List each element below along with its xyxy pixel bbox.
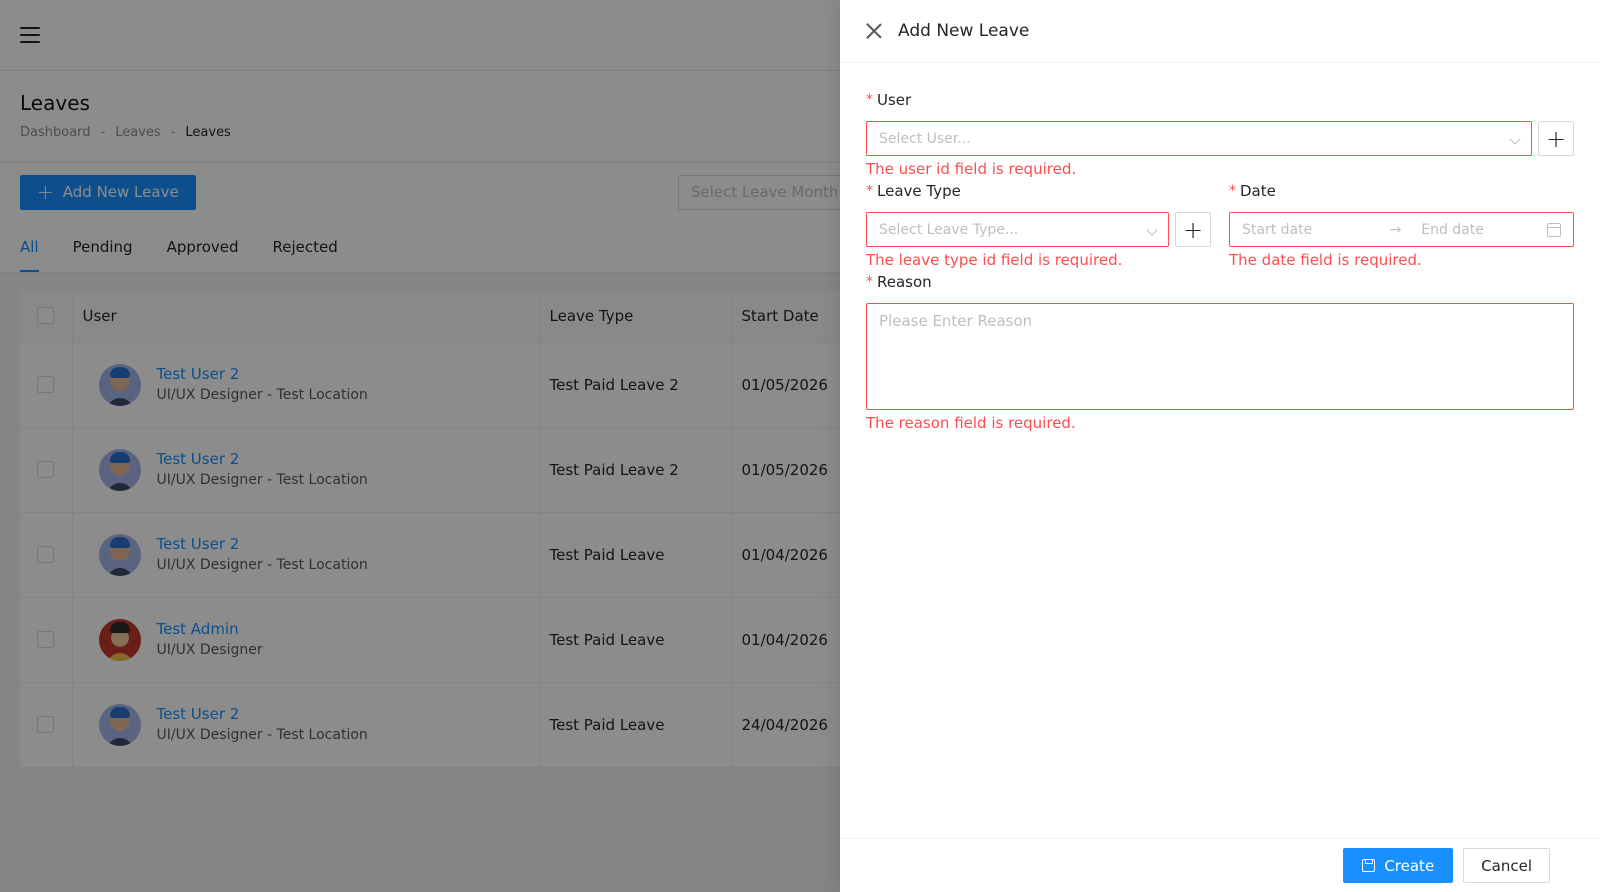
required-mark: * xyxy=(866,92,873,108)
add-leave-type-button[interactable]: + xyxy=(1175,212,1211,247)
user-label-text: User xyxy=(877,91,912,109)
plus-icon: + xyxy=(1183,215,1204,244)
leave-type-label: * Leave Type xyxy=(866,180,1211,202)
close-icon[interactable] xyxy=(866,23,882,39)
chevron-down-icon xyxy=(1146,224,1158,236)
reason-textarea[interactable]: Please Enter Reason xyxy=(866,303,1574,410)
date-label: * Date xyxy=(1229,180,1574,202)
calendar-icon xyxy=(1546,222,1561,237)
date-range-picker[interactable]: Start date → End date xyxy=(1229,212,1574,247)
start-date-input[interactable]: Start date xyxy=(1242,222,1382,238)
add-leave-form: * User Select User... + The user id fiel… xyxy=(866,63,1574,433)
user-label: * User xyxy=(866,89,1574,111)
add-user-button[interactable]: + xyxy=(1538,121,1574,156)
end-date-input[interactable]: End date xyxy=(1409,222,1539,238)
leave-type-placeholder: Select Leave Type... xyxy=(879,221,1019,238)
add-leave-drawer: Add New Leave * User Select User... + Th… xyxy=(840,0,1600,892)
reason-label: * Reason xyxy=(866,271,1574,293)
cancel-button[interactable]: Cancel xyxy=(1463,848,1550,883)
drawer-title: Add New Leave xyxy=(898,21,1030,41)
create-button[interactable]: Create xyxy=(1343,848,1454,883)
reason-label-text: Reason xyxy=(877,273,932,291)
leave-type-label-text: Leave Type xyxy=(877,182,961,200)
user-error: The user id field is required. xyxy=(866,160,1077,178)
drawer-header: Add New Leave xyxy=(840,0,1600,63)
user-select-placeholder: Select User... xyxy=(879,130,971,147)
required-mark: * xyxy=(1229,183,1236,199)
create-label: Create xyxy=(1384,856,1435,875)
user-select[interactable]: Select User... xyxy=(866,121,1532,156)
reason-error: The reason field is required. xyxy=(866,414,1076,432)
date-error: The date field is required. xyxy=(1229,251,1422,269)
save-icon xyxy=(1362,859,1376,872)
chevron-down-icon xyxy=(1509,133,1521,145)
required-mark: * xyxy=(866,274,873,290)
plus-icon: + xyxy=(1545,124,1567,153)
drawer-footer: Create Cancel xyxy=(840,838,1600,892)
arrow-right-icon: → xyxy=(1389,221,1402,238)
date-label-text: Date xyxy=(1240,182,1276,200)
leave-type-select[interactable]: Select Leave Type... xyxy=(866,212,1170,247)
required-mark: * xyxy=(866,183,873,199)
leave-type-error: The leave type id field is required. xyxy=(866,251,1123,269)
